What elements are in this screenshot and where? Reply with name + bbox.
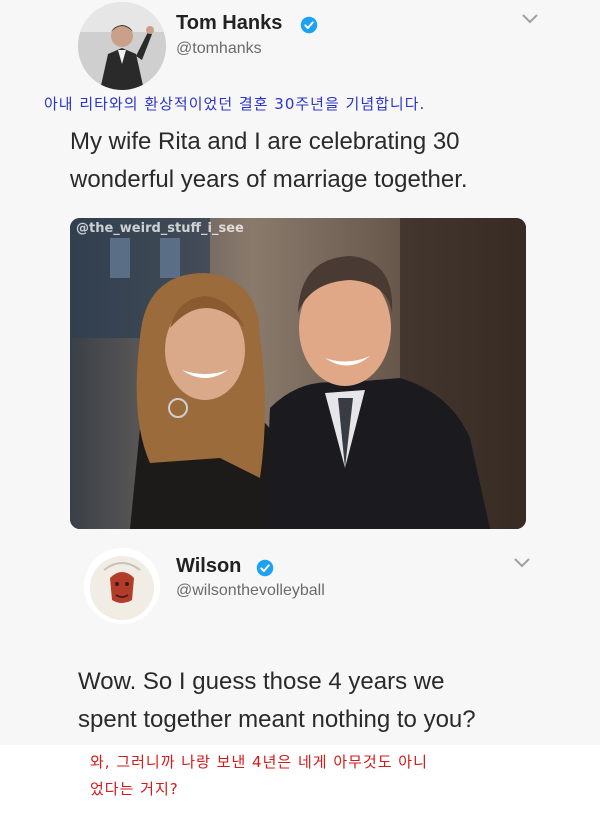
reply-text-line-2: spent together meant nothing to you? <box>78 706 476 733</box>
reply-author-name[interactable]: Wilson <box>176 555 241 578</box>
korean-translation-top: 아내 리타와의 환상적이었던 결혼 30주년을 기념합니다. <box>44 95 426 113</box>
chevron-down-icon[interactable] <box>522 14 538 24</box>
reply-verified-badge-icon <box>256 559 274 577</box>
author-avatar[interactable] <box>78 2 166 90</box>
photo-watermark: @the_weird_stuff_i_see <box>76 221 244 236</box>
tweet-photo-image <box>70 218 526 529</box>
tweet-card: Tom Hanks @tomhanks 아내 리타와의 환상적이었던 결혼 30… <box>0 0 600 745</box>
author-name[interactable]: Tom Hanks <box>176 12 282 35</box>
reply-chevron-down-icon[interactable] <box>514 558 530 568</box>
tweet-text-line-1: My wife Rita and I are celebrating 30 <box>70 128 460 155</box>
author-avatar-image <box>78 2 166 90</box>
korean-translation-bottom-line-1: 와, 그러니까 나랑 보낸 4년은 네게 아무것도 아니 <box>90 753 428 771</box>
reply-avatar[interactable] <box>84 548 160 624</box>
verified-badge-icon <box>300 16 318 34</box>
translation-footer: 와, 그러니까 나랑 보낸 4년은 네게 아무것도 아니 었다는 거지? <box>0 745 600 837</box>
reply-text-line-1: Wow. So I guess those 4 years we <box>78 668 445 695</box>
reply-author-handle[interactable]: @wilsonthevolleyball <box>176 582 325 600</box>
volleyball-avatar-icon <box>84 548 160 624</box>
author-handle[interactable]: @tomhanks <box>176 40 262 58</box>
tweet-photo[interactable]: @the_weird_stuff_i_see <box>70 218 526 529</box>
korean-translation-bottom-line-2: 었다는 거지? <box>90 780 179 798</box>
tweet-text-line-2: wonderful years of marriage together. <box>70 166 468 193</box>
